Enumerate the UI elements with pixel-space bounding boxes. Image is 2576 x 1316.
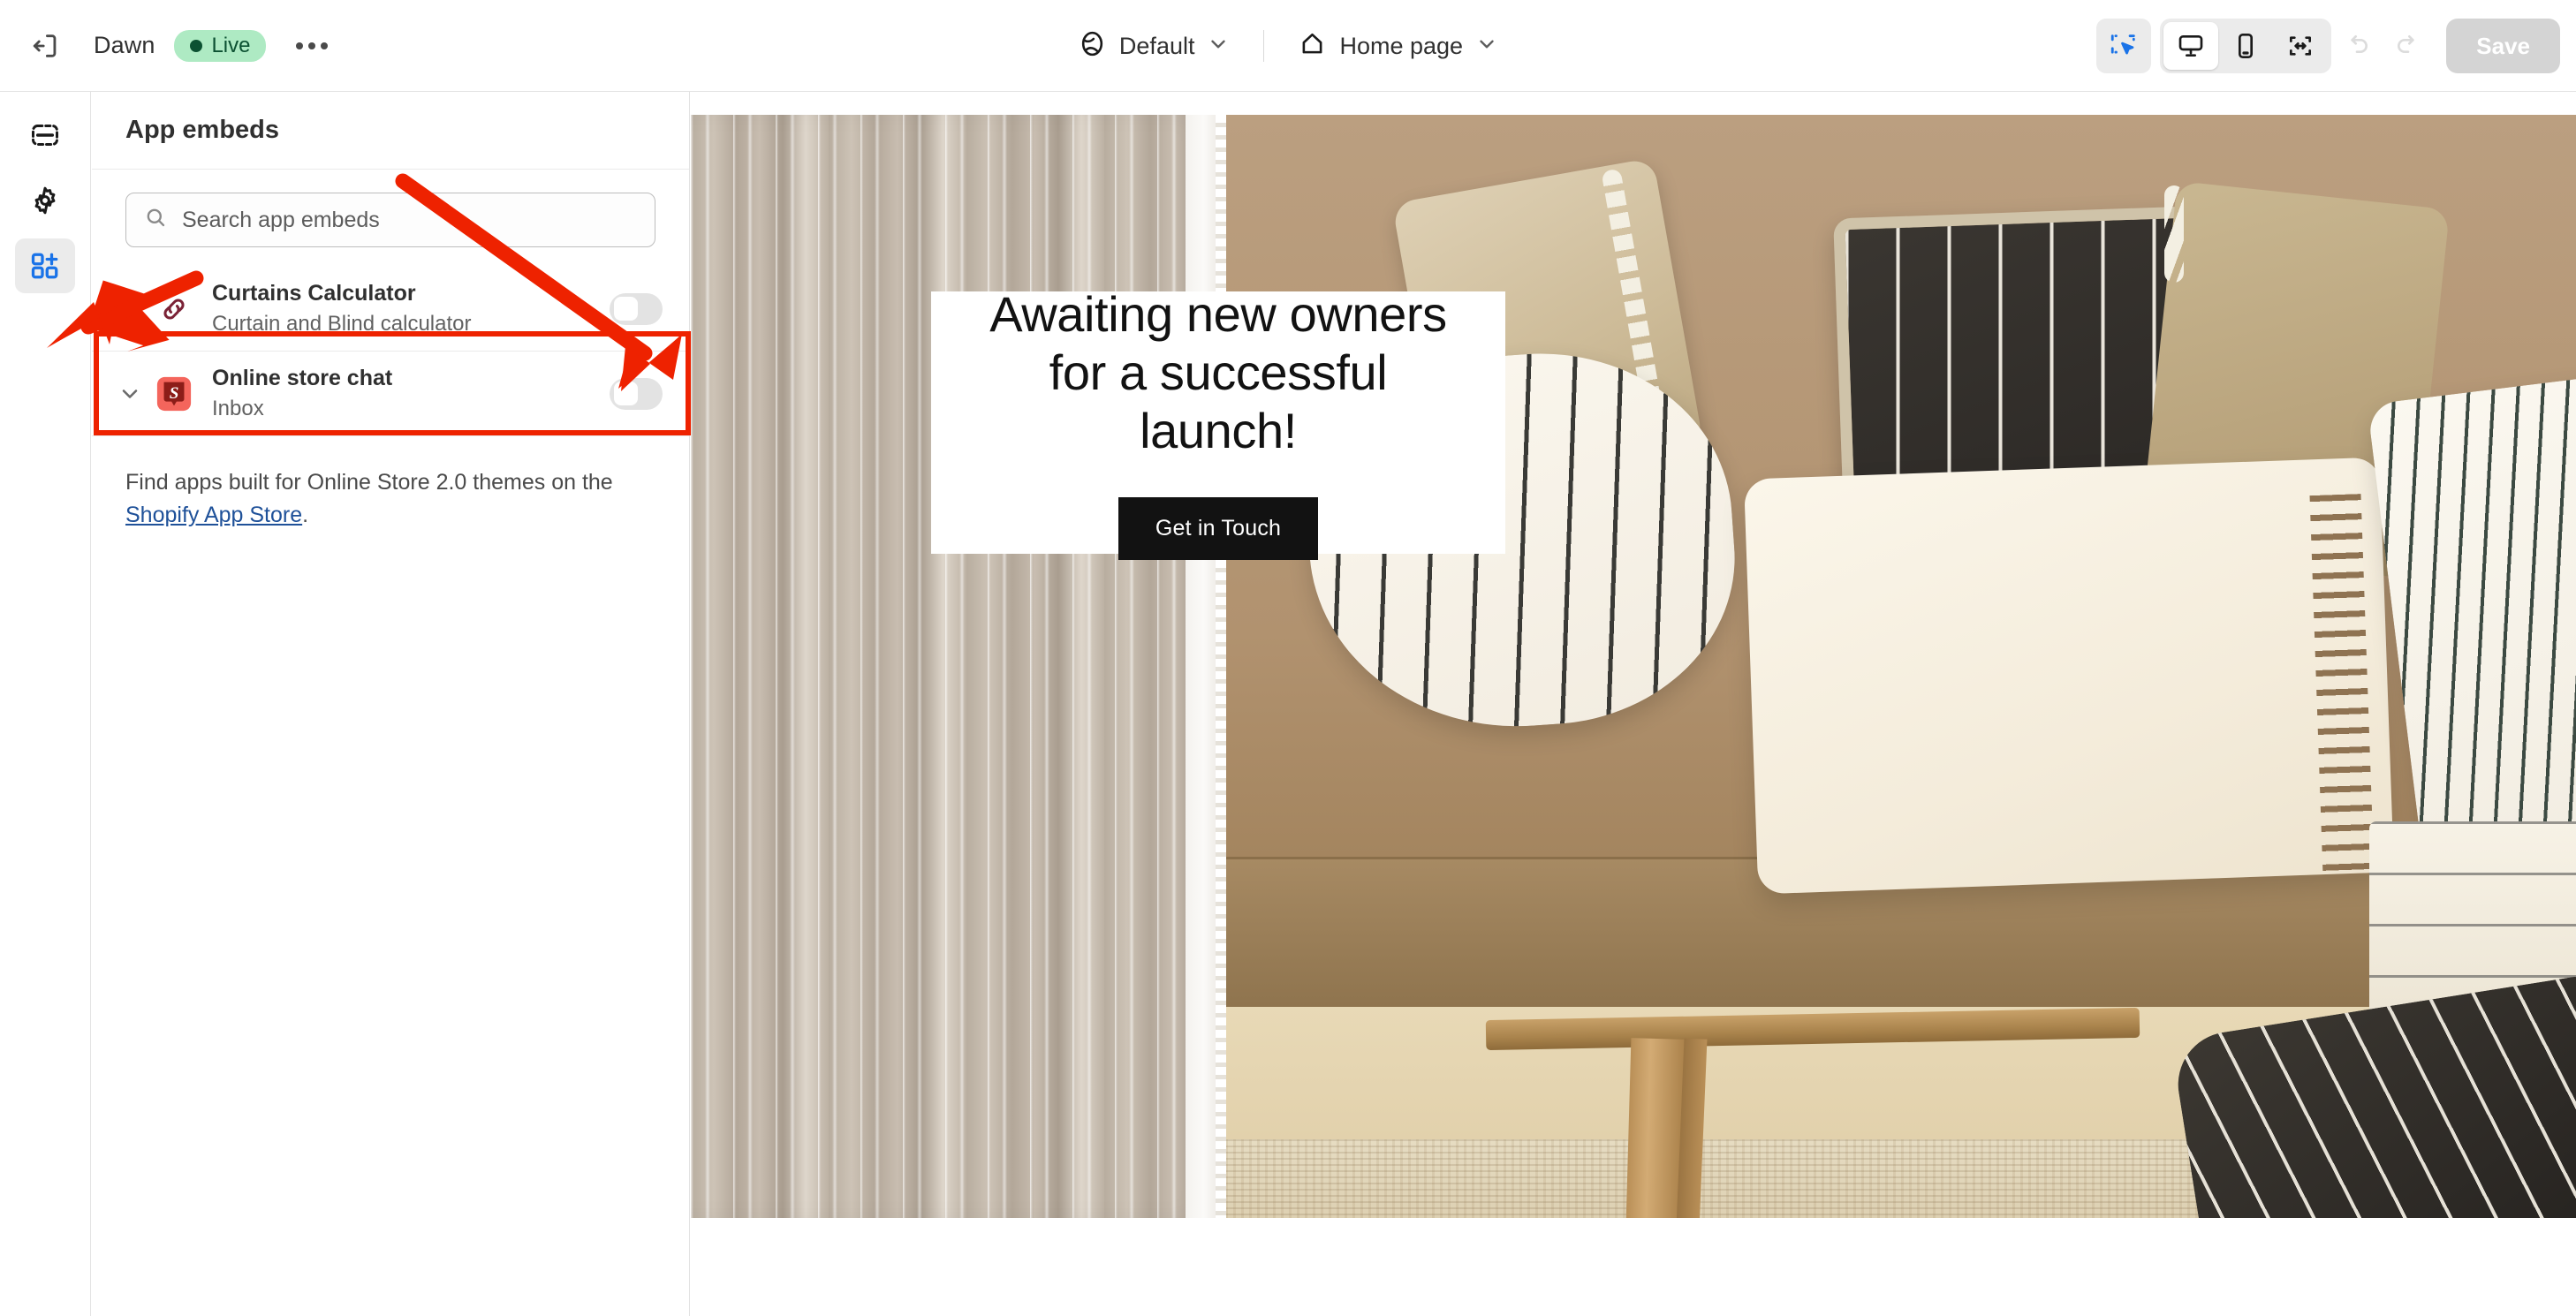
search-icon: [144, 206, 168, 234]
top-toolbar: Dawn Live Default Home page Save: [0, 0, 2576, 92]
get-in-touch-button[interactable]: Get in Touch: [1118, 497, 1319, 561]
app-embed-row-curtains-calculator[interactable]: Curtains Calculator Curtain and Blind ca…: [92, 267, 689, 352]
app-embed-toggle[interactable]: [610, 292, 663, 325]
chevron-down-icon: [1475, 33, 1498, 60]
pompom-trim-right: [2164, 185, 2184, 283]
panel-header: App embeds: [92, 92, 689, 170]
search-container: Search app embeds: [92, 170, 689, 267]
theme-name: Dawn: [94, 32, 155, 58]
status-badge: Live: [174, 29, 267, 62]
redo-icon: [2383, 20, 2434, 72]
app-store-hint-text-before: Find apps built for Online Store 2.0 the…: [125, 470, 613, 495]
pillow-cream-front: [1744, 457, 2394, 895]
shopify-inbox-icon: S: [154, 374, 194, 414]
toolbar-right-group: Save: [2096, 0, 2576, 92]
app-embed-list: Curtains Calculator Curtain and Blind ca…: [92, 267, 689, 436]
left-rail: [0, 92, 91, 1316]
theme-preview: THE KINFOL THE KINFOL Awaiting new owner…: [691, 92, 2576, 1316]
toolbar-divider: [1263, 30, 1265, 62]
sections-icon[interactable]: [15, 108, 75, 163]
locale-selector[interactable]: Default: [1064, 21, 1245, 71]
shopify-app-store-link[interactable]: Shopify App Store: [125, 503, 302, 527]
ellipsis-icon[interactable]: [285, 19, 338, 72]
toolbar-left-group: Dawn Live: [0, 19, 338, 72]
app-embed-name: Online store chat: [212, 366, 393, 391]
hero-text-card: Awaiting new owners for a successful lau…: [931, 286, 1505, 561]
chevron-down-icon[interactable]: [115, 297, 145, 321]
app-embeds-panel: App embeds Search app embeds Curtains Ca…: [92, 92, 690, 1316]
svg-text:S: S: [170, 383, 179, 402]
panel-footer: Find apps built for Online Store 2.0 the…: [92, 436, 689, 532]
mobile-icon[interactable]: [2218, 22, 2273, 70]
search-input[interactable]: Search app embeds: [125, 193, 655, 247]
fullscreen-icon[interactable]: [2273, 22, 2328, 70]
page-selector[interactable]: Home page: [1284, 21, 1512, 71]
undo-icon: [2331, 20, 2383, 72]
save-button[interactable]: Save: [2446, 19, 2560, 73]
toggle-knob: [614, 297, 638, 321]
app-embed-text: Curtains Calculator Curtain and Blind ca…: [212, 280, 610, 337]
curtain-trim: [1216, 115, 1226, 1218]
chevron-down-icon: [1207, 33, 1230, 60]
curtain-drapery: [691, 115, 1225, 1218]
device-toggle-group: [2160, 19, 2332, 73]
app-embeds-icon[interactable]: [15, 238, 75, 293]
chevron-down-icon[interactable]: [115, 382, 145, 406]
hero-banner: THE KINFOL THE KINFOL Awaiting new owner…: [691, 115, 2576, 1218]
app-embed-subtitle: Curtain and Blind calculator: [212, 311, 472, 336]
home-icon: [1298, 29, 1327, 63]
status-dot: [190, 39, 203, 52]
theme-settings-gear-icon[interactable]: [15, 173, 75, 228]
app-store-hint-text-after: .: [302, 503, 309, 527]
hero-heading: Awaiting new owners for a successful lau…: [989, 285, 1447, 459]
app-embed-subtitle: Inbox: [212, 396, 264, 420]
chain-link-icon: [154, 289, 194, 329]
desktop-icon[interactable]: [2163, 22, 2219, 70]
inspector-cursor-icon[interactable]: [2096, 19, 2152, 73]
page-label: Home page: [1339, 32, 1464, 59]
app-embed-name: Curtains Calculator: [212, 281, 416, 306]
status-badge-label: Live: [211, 33, 251, 57]
search-placeholder: Search app embeds: [182, 207, 380, 232]
app-embed-row-online-store-chat[interactable]: S Online store chat Inbox: [92, 352, 689, 436]
toggle-knob: [614, 382, 638, 405]
app-store-hint: Find apps built for Online Store 2.0 the…: [125, 466, 655, 532]
app-embed-toggle[interactable]: [610, 377, 663, 410]
globe-icon: [1078, 29, 1107, 63]
locale-label: Default: [1118, 32, 1195, 59]
exit-icon[interactable]: [19, 19, 72, 72]
app-embed-text: Online store chat Inbox: [212, 365, 610, 422]
page-title: App embeds: [125, 116, 280, 144]
